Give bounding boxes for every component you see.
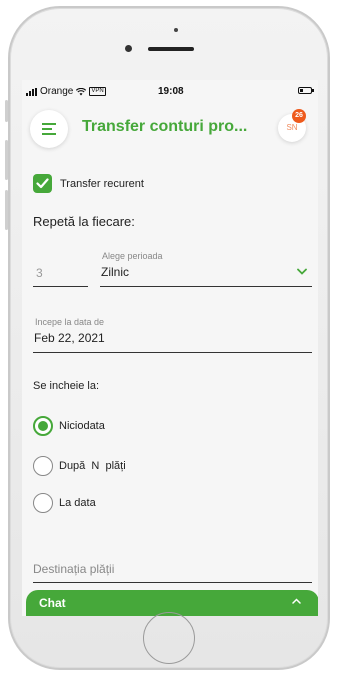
proximity-sensor	[174, 28, 178, 32]
radio-after-n-payments[interactable]	[33, 456, 53, 476]
period-select[interactable]: Zilnic	[101, 265, 129, 279]
front-camera	[125, 45, 132, 52]
ends-label: Se incheie la:	[33, 380, 100, 392]
chevron-up-icon[interactable]	[292, 598, 301, 604]
radio-never-label: Niciodata	[59, 420, 105, 432]
status-time: 19:08	[158, 86, 184, 97]
start-date-underline	[33, 352, 312, 353]
radio-on-date[interactable]	[33, 493, 53, 513]
radio-after-n-payments-label: După N plăți	[59, 460, 126, 472]
page-title: Transfer conturi pro...	[82, 118, 248, 135]
checkmark-icon	[36, 178, 49, 189]
chevron-down-icon[interactable]	[297, 268, 307, 275]
radio-on-date-label: La data	[59, 497, 96, 509]
carrier-info: Orange VPN	[26, 86, 106, 97]
notification-badge: 26	[292, 109, 306, 123]
menu-icon	[42, 123, 56, 125]
vpn-badge: VPN	[89, 87, 106, 96]
signal-icon	[26, 87, 37, 96]
battery-icon	[298, 87, 314, 94]
side-button-mute	[5, 100, 8, 122]
side-button-volume-up	[5, 140, 8, 180]
repeat-count-input[interactable]: 3	[36, 266, 43, 280]
avatar-button[interactable]: SN 26	[278, 109, 306, 142]
start-date-label: Incepe la data de	[35, 317, 105, 327]
carrier-name: Orange	[40, 86, 74, 97]
recurrent-checkbox[interactable]	[33, 174, 52, 193]
menu-icon-line	[42, 133, 56, 135]
wifi-icon	[76, 87, 87, 95]
side-button-volume-down	[5, 190, 8, 230]
menu-icon-line	[42, 128, 52, 130]
radio-never[interactable]	[33, 416, 53, 436]
avatar-initials: SN	[286, 123, 298, 132]
period-underline	[100, 286, 312, 287]
recurrent-label: Transfer recurent	[60, 178, 144, 190]
home-button[interactable]	[143, 612, 195, 664]
destination-underline	[33, 582, 312, 583]
repeat-label: Repetă la fiecare:	[33, 214, 135, 229]
repeat-count-underline	[33, 286, 88, 287]
menu-button[interactable]	[30, 110, 68, 148]
start-date-input[interactable]: Feb 22, 2021	[34, 331, 105, 345]
period-label: Alege perioada	[102, 251, 163, 261]
app-screen: Orange VPN 19:08 Transfer conturi pro...…	[22, 80, 318, 616]
status-bar: Orange VPN 19:08	[22, 80, 318, 100]
chat-label: Chat	[39, 596, 66, 610]
destination-input[interactable]: Destinația plății	[33, 562, 114, 576]
earpiece-speaker	[148, 47, 194, 51]
